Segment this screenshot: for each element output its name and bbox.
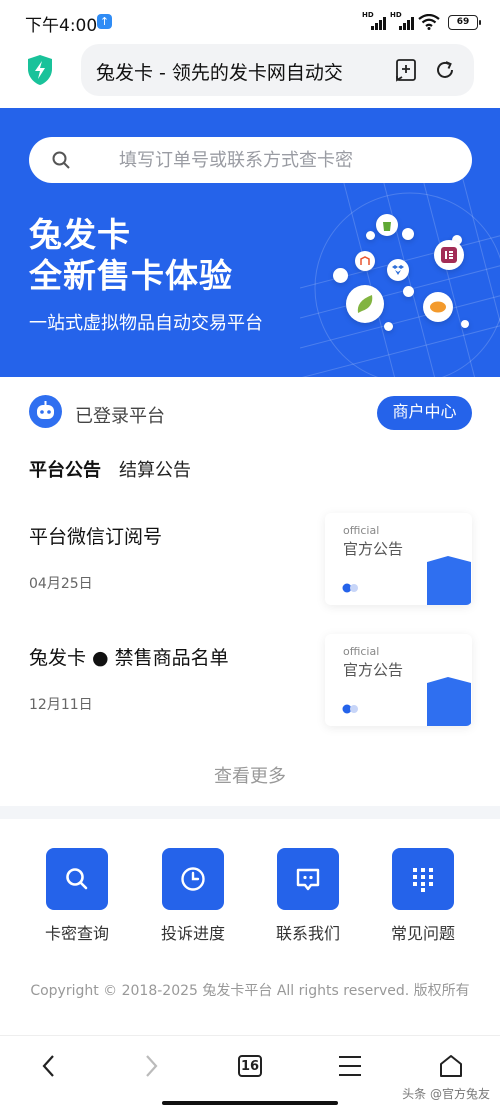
hero-title-line1: 兔发卡 [29, 215, 131, 254]
dot-icon [366, 231, 375, 240]
quick-link-label[interactable]: 投诉进度 [148, 920, 238, 944]
tabs-button[interactable]: 16 [235, 1051, 265, 1081]
upload-notification-icon: ↑ [97, 14, 112, 29]
keypad-icon[interactable] [392, 848, 454, 910]
dots-icon [342, 704, 358, 714]
quick-link-label[interactable]: 常见问题 [378, 920, 468, 944]
magento-logo-icon [355, 251, 375, 271]
add-bookmark-icon[interactable] [394, 58, 418, 82]
quick-link-card-lookup[interactable]: 卡密查询 [32, 848, 122, 944]
dropbox-logo-icon [387, 259, 409, 281]
envato-leaf-logo-icon [346, 285, 384, 323]
quick-link-contact-us[interactable]: 联系我们 [263, 848, 353, 944]
thumbnail-label-cn: 官方公告 [343, 661, 404, 679]
browser-address-row: 兔发卡 - 领先的发卡网自动交 [0, 42, 500, 106]
status-indicators: HD HD 69 [362, 11, 481, 32]
chevron-right-icon [146, 1055, 158, 1077]
address-bar[interactable]: 兔发卡 - 领先的发卡网自动交 [81, 44, 474, 96]
tab-settlement-notices[interactable]: 结算公告 [119, 456, 191, 482]
forward-button[interactable] [136, 1051, 166, 1081]
home-icon[interactable] [438, 1053, 464, 1079]
dot-icon [402, 228, 414, 240]
battery-icon: 69 [448, 14, 481, 30]
quick-link-complaint-progress[interactable]: 投诉进度 [148, 848, 238, 944]
dot-icon [461, 320, 469, 328]
hero-banner: 兔发卡 全新售卡体验 一站式虚拟物品自动交易平台 [0, 108, 500, 377]
quick-link-faq[interactable]: 常见问题 [378, 848, 468, 944]
shield-graphic-icon [427, 556, 471, 605]
watermark-text: 头条 @官方兔友 [402, 1087, 490, 1101]
tab-count-icon[interactable]: 16 [238, 1055, 262, 1077]
dot-icon [384, 322, 393, 331]
reload-icon[interactable] [433, 58, 457, 82]
news-date: 12月11日 [29, 697, 93, 713]
hero-title-line2: 全新售卡体验 [29, 256, 233, 295]
news-item[interactable]: 平台微信订阅号 04月25日 official 官方公告 [29, 513, 472, 614]
order-search-input[interactable] [119, 148, 439, 172]
home-button[interactable] [436, 1051, 466, 1081]
account-row: 已登录平台 商户中心 [0, 394, 500, 434]
news-thumbnail[interactable]: official 官方公告 [325, 513, 472, 605]
section-divider [0, 806, 500, 819]
signal-icon: HD [362, 11, 386, 30]
hamburger-menu-icon[interactable] [338, 1055, 362, 1077]
hero-title: 兔发卡 全新售卡体验 [29, 214, 233, 296]
copyright-text: Copyright © 2018-2025 兔发卡平台 All rights r… [30, 983, 470, 999]
thumbnail-label-en: official [343, 645, 380, 658]
menu-button[interactable] [335, 1051, 365, 1081]
chat-icon[interactable] [277, 848, 339, 910]
news-date: 04月25日 [29, 576, 93, 592]
robot-avatar-icon[interactable] [29, 395, 62, 428]
merchant-center-button[interactable]: 商户中心 [377, 396, 472, 430]
tab-platform-notices[interactable]: 平台公告 [29, 456, 101, 486]
search-icon[interactable] [46, 848, 108, 910]
news-title[interactable]: 兔发卡 ● 禁售商品名单 [29, 643, 229, 670]
news-title[interactable]: 平台微信订阅号 [29, 522, 162, 549]
security-shield-icon[interactable] [26, 54, 54, 86]
status-bar: 下午4:00 ↑ HD HD 69 [0, 0, 500, 42]
thumbnail-label-cn: 官方公告 [343, 540, 404, 558]
quick-link-label[interactable]: 联系我们 [263, 920, 353, 944]
dots-icon [342, 583, 358, 593]
clock-icon[interactable] [162, 848, 224, 910]
dot-icon [403, 286, 414, 297]
see-more-link[interactable]: 查看更多 [0, 762, 500, 788]
back-button[interactable] [34, 1051, 64, 1081]
elementor-logo-icon [434, 240, 464, 270]
orange-app-logo-icon [423, 292, 453, 322]
home-indicator [162, 1101, 338, 1105]
hero-subtitle: 一站式虚拟物品自动交易平台 [29, 313, 263, 334]
status-time: 下午4:00 [25, 16, 98, 36]
dot-icon [333, 268, 348, 283]
quick-links: 卡密查询 投诉进度 联系我们 常见问题 [0, 848, 500, 943]
news-thumbnail[interactable]: official 官方公告 [325, 634, 472, 726]
shield-graphic-icon [427, 677, 471, 726]
chevron-left-icon[interactable] [39, 1053, 59, 1079]
quick-link-label[interactable]: 卡密查询 [32, 920, 122, 944]
page-title-url[interactable]: 兔发卡 - 领先的发卡网自动交 [96, 58, 354, 85]
shopify-logo-icon [376, 214, 398, 236]
wifi-icon [418, 14, 440, 30]
login-status-label: 已登录平台 [75, 406, 165, 427]
news-item[interactable]: 兔发卡 ● 禁售商品名单 12月11日 official 官方公告 [29, 634, 472, 735]
signal-icon: HD [390, 11, 414, 30]
order-search-box[interactable] [29, 137, 472, 183]
thumbnail-label-en: official [343, 524, 380, 537]
search-icon[interactable] [51, 150, 71, 170]
